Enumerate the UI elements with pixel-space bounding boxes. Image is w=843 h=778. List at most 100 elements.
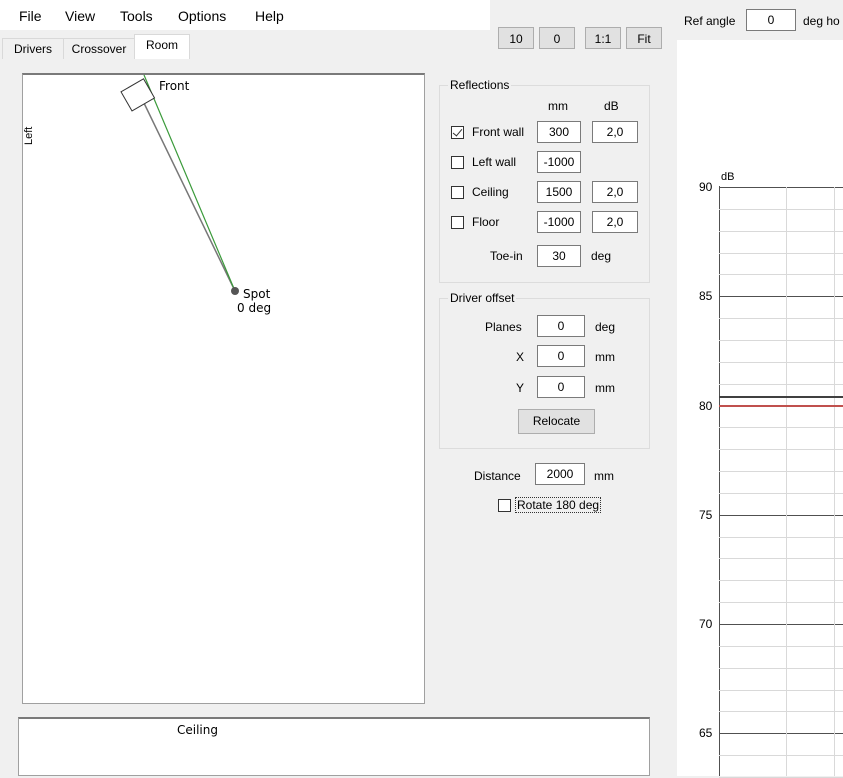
ceiling-checkbox[interactable]	[451, 186, 464, 199]
menu-view[interactable]: View	[65, 8, 95, 24]
left-label: Left	[23, 126, 35, 145]
distance-unit: mm	[594, 469, 614, 483]
mm-column-header: mm	[548, 99, 568, 113]
room-drawing	[120, 74, 239, 295]
minor-gridline	[719, 471, 843, 473]
front-wall-checkbox[interactable]	[451, 126, 464, 139]
vertical-gridline	[834, 187, 835, 776]
minor-gridline	[719, 667, 843, 669]
y-tick-label: 80	[699, 398, 713, 413]
tab-drivers[interactable]: Drivers	[2, 38, 64, 59]
minor-gridline	[719, 711, 843, 713]
room-top-view[interactable]: Front Left Spot 0 deg	[22, 73, 425, 704]
minor-gridline	[719, 558, 843, 560]
front-wall-mm-input[interactable]: 300	[537, 121, 581, 143]
y-axis-unit: dB	[721, 171, 735, 183]
y-tick-label: 70	[699, 617, 713, 631]
spot-marker	[231, 287, 239, 295]
front-label: Front	[159, 79, 190, 93]
db-column-header: dB	[604, 99, 619, 113]
minor-gridline	[719, 252, 843, 254]
ceiling-db-input[interactable]: 2,0	[592, 181, 638, 203]
floor-mm-input[interactable]: -1000	[537, 211, 581, 233]
major-gridline	[719, 514, 843, 516]
ceiling-row-label: Ceiling	[472, 185, 509, 199]
minor-gridline	[719, 274, 843, 276]
minor-gridline	[719, 230, 843, 232]
spot-label: Spot	[243, 287, 271, 301]
planes-input[interactable]: 0	[537, 315, 585, 337]
front-wall-label: Front wall	[472, 125, 525, 139]
minor-gridline	[719, 339, 843, 341]
tab-room[interactable]: Room	[134, 34, 190, 59]
menu-options[interactable]: Options	[178, 8, 226, 24]
y-offset-input[interactable]: 0	[537, 376, 585, 398]
left-wall-label: Left wall	[472, 155, 517, 169]
zoom-0-button[interactable]: 0	[539, 27, 575, 49]
toein-input[interactable]: 30	[537, 245, 581, 267]
relocate-button[interactable]: Relocate	[518, 409, 595, 434]
front-wall-db-input[interactable]: 2,0	[592, 121, 638, 143]
minor-gridline	[719, 645, 843, 647]
ceiling-mm-input[interactable]: 1500	[537, 181, 581, 203]
rotate-label[interactable]: Rotate 180 deg	[514, 497, 602, 513]
frequency-response-chart[interactable]: dB 90 85 80 75 70 65	[677, 40, 843, 778]
zoom-10-button[interactable]: 10	[498, 27, 534, 49]
tab-crossover[interactable]: Crossover	[63, 38, 135, 59]
minor-gridline	[719, 536, 843, 538]
scale-1-1-button[interactable]: 1:1	[585, 27, 621, 49]
reflections-title: Reflections	[448, 78, 512, 92]
x-offset-input[interactable]: 0	[537, 345, 585, 367]
ref-angle-input[interactable]: 0	[746, 9, 796, 31]
y-tick-label: 90	[699, 180, 713, 194]
reflection-line	[143, 74, 236, 292]
floor-db-input[interactable]: 2,0	[592, 211, 638, 233]
y-unit: mm	[595, 381, 615, 395]
vertical-gridline	[786, 187, 787, 776]
fit-button[interactable]: Fit	[626, 27, 662, 49]
floor-label: Floor	[472, 215, 500, 229]
major-gridline	[719, 187, 843, 188]
ceiling-label: Ceiling	[177, 723, 218, 737]
x-label: X	[516, 350, 525, 364]
menu-tools[interactable]: Tools	[120, 8, 153, 24]
ceiling-view[interactable]: Ceiling	[18, 717, 650, 776]
y-label: Y	[516, 381, 525, 395]
y-tick-label: 65	[699, 726, 713, 741]
rotate-checkbox[interactable]	[498, 499, 511, 512]
menu-help[interactable]: Help	[255, 8, 284, 24]
menu-file[interactable]: File	[19, 8, 42, 24]
minor-gridline	[719, 602, 843, 604]
major-gridline	[719, 733, 843, 735]
menu-bar: File View Tools Options Help	[0, 0, 490, 30]
reflections-group: Reflections mm dB Front wall 300 2,0 Lef…	[439, 78, 650, 283]
major-gridline	[719, 624, 843, 625]
driver-axis-line	[142, 100, 236, 292]
y-tick-label: 75	[699, 507, 713, 522]
y-tick-label: 85	[699, 289, 713, 304]
distance-input[interactable]: 2000	[535, 463, 585, 485]
minor-gridline	[719, 755, 843, 757]
left-wall-mm-input[interactable]: -1000	[537, 151, 581, 173]
distance-label: Distance	[474, 469, 521, 483]
minor-gridline	[719, 689, 843, 691]
floor-checkbox[interactable]	[451, 216, 464, 229]
minor-gridline	[719, 427, 843, 429]
planes-unit: deg	[595, 320, 616, 334]
minor-gridline	[719, 208, 843, 210]
minor-gridline	[719, 318, 843, 320]
minor-gridline	[719, 449, 843, 451]
ref-angle-unit: deg ho	[803, 14, 840, 28]
planes-label: Planes	[485, 320, 522, 334]
driver-offset-title: Driver offset	[448, 291, 517, 305]
driver-offset-group: Driver offset Planes 0 deg X 0 mm Y 0 mm…	[439, 291, 650, 449]
speaker-box	[120, 78, 156, 112]
left-wall-checkbox[interactable]	[451, 156, 464, 169]
toein-label: Toe-in	[490, 249, 523, 263]
major-gridline	[719, 296, 843, 298]
x-unit: mm	[595, 350, 615, 364]
minor-gridline	[719, 361, 843, 363]
toein-unit: deg	[591, 249, 612, 263]
minor-gridline	[719, 383, 843, 385]
spot-angle-label: 0 deg	[237, 301, 272, 315]
